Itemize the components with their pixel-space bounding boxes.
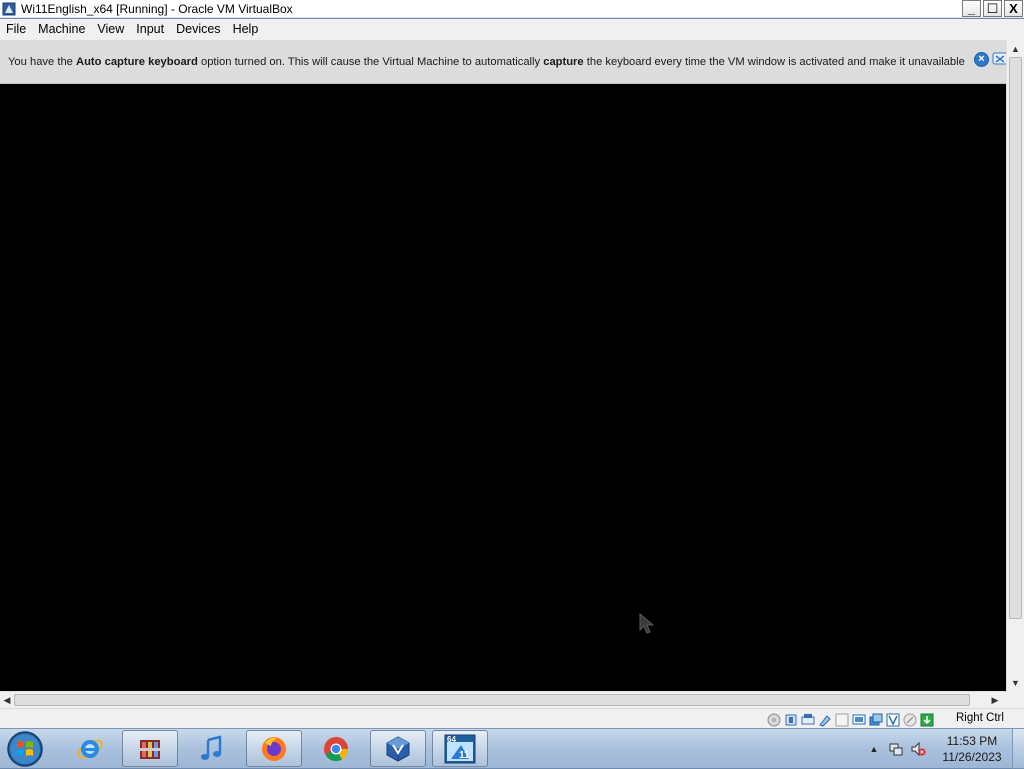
notification-message: You have the Auto capture keyboard optio… [8, 56, 968, 68]
taskbar-archive-manager[interactable] [122, 730, 178, 767]
vm-badge-bottom: 11 [459, 750, 470, 761]
maximize-button[interactable]: ☐ [983, 0, 1002, 17]
internet-explorer-icon [77, 739, 103, 758]
notification-bold-1: Auto capture keyboard [76, 55, 198, 68]
mouse-cursor-icon [639, 612, 655, 634]
vm-display[interactable] [0, 84, 1006, 691]
hard-disk-icon[interactable] [767, 713, 781, 727]
taskbar-itunes[interactable] [184, 730, 240, 767]
notification-bold-2: capture [543, 55, 584, 68]
cpu-icon[interactable] [920, 713, 934, 727]
menu-bar: File Machine View Input Devices Help [0, 19, 1024, 40]
notification-text-2: option turned on. This will cause the Vi… [197, 55, 544, 68]
clock-date: 11/26/2023 [942, 750, 1002, 764]
firefox-icon [262, 736, 286, 761]
volume-muted-icon[interactable] [910, 741, 926, 757]
show-desktop-button[interactable] [1012, 729, 1024, 769]
windows-start-icon [7, 731, 43, 767]
auto-capture-notification: You have the Auto capture keyboard optio… [0, 40, 1008, 84]
taskbar-virtualbox-vm[interactable]: 64 11 [432, 730, 488, 767]
optical-drive-icon[interactable] [784, 713, 798, 727]
window-controls: _ ☐ X [962, 0, 1023, 18]
scroll-left-button[interactable]: ◀ [0, 692, 14, 708]
maximize-icon: ☐ [986, 1, 999, 16]
menu-devices[interactable]: Devices [170, 19, 226, 40]
shared-folders-icon[interactable] [852, 713, 866, 727]
menu-help[interactable]: Help [227, 19, 265, 40]
taskbar-firefox[interactable] [246, 730, 302, 767]
display-icon[interactable] [869, 713, 883, 727]
network-icon[interactable] [818, 713, 832, 727]
horizontal-scrollbar[interactable]: ◀ ▶ [0, 691, 1006, 708]
network-tray-icon[interactable] [888, 741, 904, 757]
menu-machine[interactable]: Machine [32, 19, 91, 40]
arrow-right-icon: ▶ [991, 694, 999, 705]
scroll-down-button[interactable]: ▼ [1007, 674, 1024, 691]
horizontal-scroll-thumb[interactable] [14, 694, 970, 706]
virtualbox-icon [1, 1, 17, 17]
video-capture-icon[interactable] [886, 713, 900, 727]
usb-icon[interactable] [835, 713, 849, 727]
scrollbar-corner [1006, 691, 1024, 708]
itunes-icon [201, 734, 222, 760]
taskbar-virtualbox-manager[interactable] [370, 730, 426, 767]
scroll-right-button[interactable]: ▶ [988, 692, 1002, 708]
host-key-label: Right Ctrl [956, 712, 1004, 724]
recording-icon[interactable] [903, 713, 917, 727]
taskbar-internet-explorer[interactable] [62, 730, 118, 767]
arrow-down-icon: ▼ [1011, 677, 1020, 688]
system-clock[interactable]: 11:53 PM 11/26/2023 [936, 733, 1008, 765]
window-title: Wi11English_x64 [Running] - Oracle VM Vi… [21, 1, 293, 16]
menu-file[interactable]: File [0, 19, 32, 40]
notification-close-button[interactable]: × [974, 52, 989, 67]
archive-manager-icon [139, 739, 161, 759]
clock-time: 11:53 PM [946, 734, 998, 748]
close-icon: × [978, 53, 985, 65]
vertical-scroll-thumb[interactable] [1009, 57, 1022, 619]
arrow-left-icon: ◀ [3, 694, 11, 705]
close-icon: X [1009, 1, 1018, 16]
minimize-button[interactable]: _ [962, 0, 981, 17]
notification-text-1: You have the [8, 55, 77, 68]
close-button[interactable]: X [1004, 0, 1023, 17]
chevron-up-icon: ▲ [869, 744, 879, 754]
vertical-scrollbar[interactable]: ▲ ▼ [1006, 40, 1024, 691]
chrome-icon [324, 736, 348, 761]
audio-icon[interactable] [801, 713, 815, 727]
start-button[interactable] [5, 730, 45, 768]
scroll-up-button[interactable]: ▲ [1007, 40, 1024, 57]
menu-view[interactable]: View [91, 19, 130, 40]
window-titlebar[interactable]: Wi11English_x64 [Running] - Oracle VM Vi… [0, 0, 1024, 18]
notification-text-3: the keyboard every time the VM window is… [583, 55, 968, 68]
vm-badge-top: 64 [447, 735, 456, 744]
show-hidden-icons-button[interactable]: ▲ [866, 741, 882, 757]
taskbar-chrome[interactable] [308, 730, 364, 767]
windows-taskbar: 64 11 ▲ 11:53 PM 11/26/2023 [0, 728, 1024, 769]
menu-input[interactable]: Input [130, 19, 170, 40]
minimize-icon: _ [967, 1, 976, 16]
device-indicators [767, 712, 934, 728]
virtualbox-icon [386, 735, 410, 762]
system-tray: ▲ [866, 729, 926, 769]
arrow-up-icon: ▲ [1011, 43, 1020, 54]
vm-status-bar: Right Ctrl [0, 708, 1024, 729]
